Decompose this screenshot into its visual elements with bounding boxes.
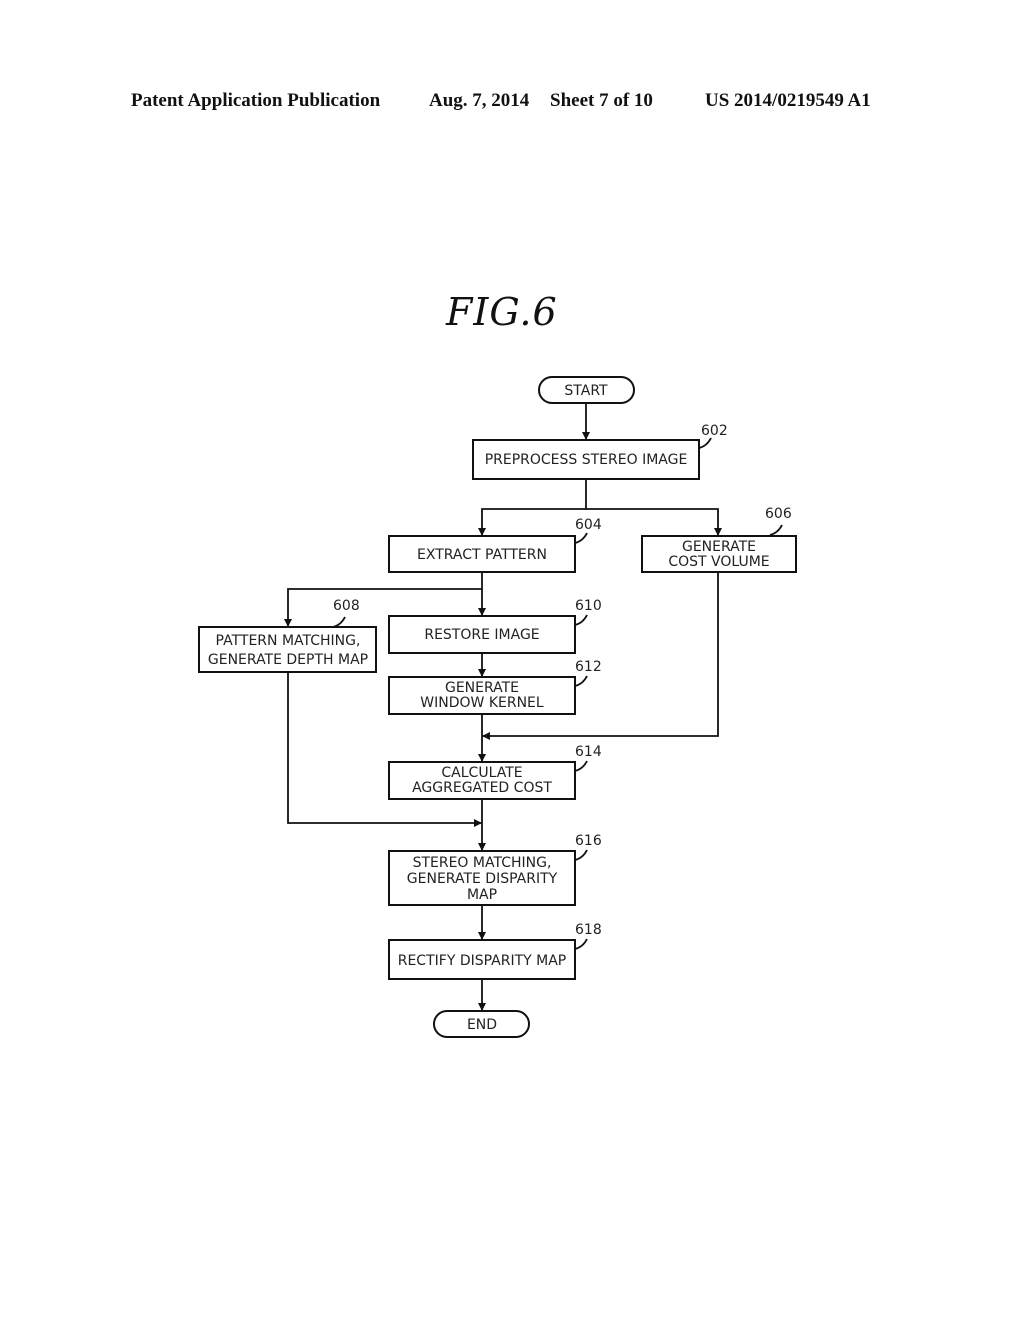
arrowhead [482,732,490,740]
step-612: GENERATE WINDOW KERNEL 612 [388,659,602,715]
step-ref: 614 [575,744,602,760]
end-label: END [467,1017,497,1033]
step-618: RECTIFY DISPARITY MAP 618 [388,922,602,980]
arrowhead [478,1003,486,1011]
step-610: RESTORE IMAGE 610 [388,598,602,654]
step-604: EXTRACT PATTERN 604 [388,517,602,573]
arrowhead [478,754,486,762]
step-ref: 604 [575,517,602,533]
arrowhead [478,528,486,536]
arrowhead [284,619,292,627]
step-label: CALCULATE [441,765,522,781]
step-label: RECTIFY DISPARITY MAP [398,953,567,969]
step-label: COST VOLUME [668,554,769,570]
arrowhead [714,528,722,536]
arrowhead [474,819,482,827]
step-label: WINDOW KERNEL [420,695,544,711]
step-label: GENERATE [445,680,519,696]
arrowhead [478,608,486,616]
step-606: GENERATE COST VOLUME 606 [641,506,797,573]
arrowhead [478,669,486,677]
start-terminal: START [538,376,635,404]
arrowhead [478,932,486,940]
arrowhead [582,432,590,440]
step-602: PREPROCESS STEREO IMAGE 602 [472,423,728,480]
step-ref: 616 [575,833,602,849]
step-label: GENERATE [682,539,756,555]
step-label: RESTORE IMAGE [424,627,539,643]
connector-602-604 [481,479,587,536]
step-614: CALCULATE AGGREGATED COST 614 [388,744,602,800]
step-label: PREPROCESS STEREO IMAGE [485,452,688,468]
start-label: START [564,383,608,399]
step-ref: 618 [575,922,602,938]
step-ref: 610 [575,598,602,614]
arrowhead [478,843,486,851]
step-label: PATTERN MATCHING, [216,633,361,649]
step-ref: 608 [333,598,360,614]
step-label: GENERATE DISPARITY [407,871,558,887]
step-ref: 612 [575,659,602,675]
step-label: GENERATE DEPTH MAP [208,652,368,668]
step-label: STEREO MATCHING, [413,855,552,871]
end-terminal: END [433,1010,530,1038]
step-ref: 606 [765,506,792,522]
step-label: MAP [467,887,497,903]
flowchart: START END PREPROCESS STEREO IMAGE 602 EX… [198,376,797,1038]
step-label: EXTRACT PATTERN [417,547,547,563]
step-ref: 602 [701,423,728,439]
step-616: STEREO MATCHING, GENERATE DISPARITY MAP … [388,833,602,906]
connector-602-606 [586,508,719,536]
step-label: AGGREGATED COST [412,780,552,796]
